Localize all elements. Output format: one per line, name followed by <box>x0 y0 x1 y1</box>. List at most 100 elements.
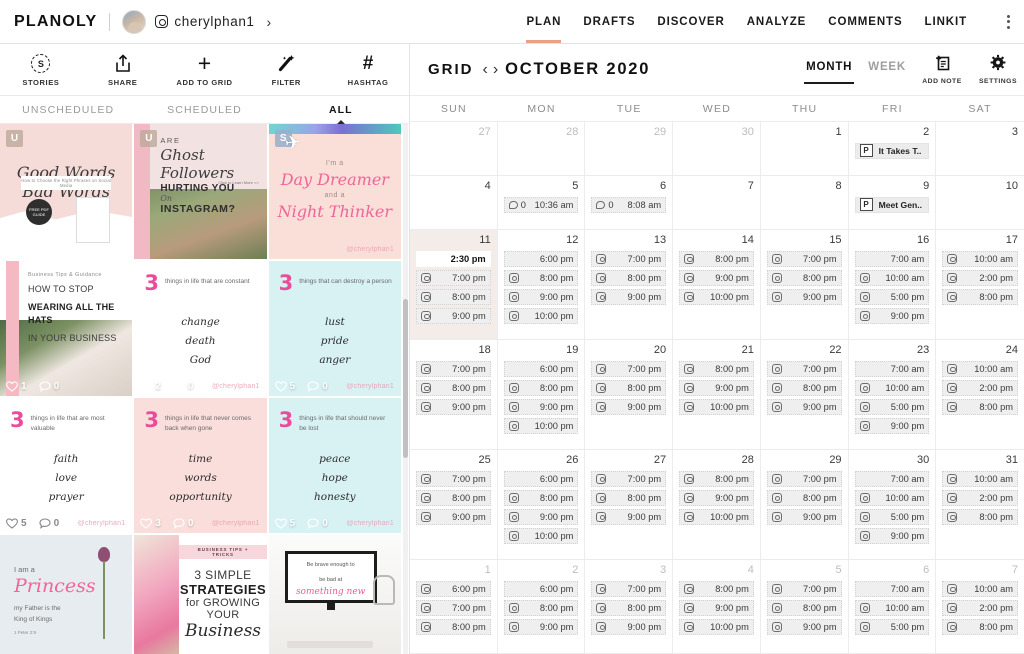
scheduled-post-slot[interactable]: 5:00 pm <box>854 398 930 415</box>
scheduled-post-slot[interactable]: 5:00 pm <box>854 288 930 305</box>
scheduled-post-slot[interactable]: 9:00 pm <box>854 417 930 434</box>
scheduled-post-slot[interactable]: 5:00 pm <box>854 618 930 635</box>
scheduled-post-slot[interactable]: 8:00 pm <box>679 360 754 377</box>
scheduled-post-slot[interactable]: 7:00 pm <box>416 360 491 377</box>
gallery-tile[interactable]: I am a Princess my Father is the King of… <box>0 535 133 654</box>
scheduled-post-slot[interactable]: 10:00 pm <box>679 398 754 415</box>
kebab-menu-icon[interactable] <box>1005 11 1012 33</box>
calendar-day-cell[interactable]: 27 7:00 pm 8:00 pm 9:00 pm <box>585 450 674 559</box>
scheduled-post-slot[interactable]: 9:00 pm <box>416 508 491 525</box>
chevron-right-icon[interactable]: › <box>267 14 272 30</box>
empty-time-slot[interactable]: 7:00 am <box>854 360 930 377</box>
nav-item-discover[interactable]: DISCOVER <box>657 0 724 43</box>
scheduled-post-slot[interactable]: 8:00 pm <box>766 599 842 616</box>
brand-logo[interactable]: PLANOLY <box>14 13 97 31</box>
calendar-day-cell[interactable]: 17 10:00 am 2:00 pm 8:00 pm <box>936 230 1024 339</box>
scheduled-post-slot[interactable]: 9:00 pm <box>416 307 491 324</box>
settings-button[interactable]: SETTINGS <box>978 54 1018 85</box>
scheduled-post-slot[interactable]: 8:00 pm <box>942 508 1018 525</box>
scheduled-post-slot[interactable]: 10:00 pm <box>503 417 579 434</box>
scheduled-post-slot[interactable]: 7:00 pm <box>591 470 667 487</box>
empty-time-slot[interactable]: 7:00 am <box>854 470 930 487</box>
scheduled-post-slot[interactable]: 8:00 pm <box>503 489 579 506</box>
scheduled-post-slot[interactable]: 8:00 pm <box>503 599 579 616</box>
scheduled-post-slot[interactable]: 9:00 pm <box>766 398 842 415</box>
scheduled-post-slot[interactable]: 10:00 am <box>854 269 930 286</box>
gallery-tile[interactable]: 3 things that can destroy a person lust … <box>268 261 401 396</box>
scheduled-post-slot[interactable]: 8:00 pm <box>942 288 1018 305</box>
comment-entry[interactable]: 0 8:08 am <box>591 196 667 213</box>
gallery-tile[interactable]: U ARE Ghost Followers HURTING YOU On INS… <box>134 124 267 259</box>
calendar-day-cell[interactable]: 2 6:00 pm 8:00 pm 9:00 pm <box>498 560 586 653</box>
calendar-day-cell[interactable]: 5 0 10:36 am <box>498 176 586 229</box>
empty-time-slot[interactable]: 6:00 pm <box>503 360 579 377</box>
calendar-day-cell[interactable]: 16 7:00 am 10:00 am 5:00 pm 9:00 pm <box>849 230 937 339</box>
scheduled-post-slot[interactable]: 7:00 pm <box>591 580 667 597</box>
calendar-day-cell[interactable]: 10 <box>936 176 1024 229</box>
next-month-button[interactable]: › <box>493 61 498 78</box>
scheduled-post-slot[interactable]: 2:00 pm <box>942 489 1018 506</box>
calendar-day-cell[interactable]: 29 7:00 pm 8:00 pm 9:00 pm <box>761 450 849 559</box>
account-switcher[interactable]: cherylphan1 <box>155 14 254 29</box>
scheduled-post-slot[interactable]: 10:00 pm <box>503 307 579 324</box>
scheduled-post-slot[interactable]: 8:00 pm <box>766 489 842 506</box>
tool-share[interactable]: SHARE <box>82 44 164 95</box>
scheduled-post-slot[interactable]: 9:00 pm <box>503 618 579 635</box>
empty-time-slot[interactable]: 6:00 pm <box>503 580 579 597</box>
calendar-day-cell[interactable]: 6 7:00 am 10:00 am 5:00 pm <box>849 560 937 653</box>
calendar-day-cell[interactable]: 18 7:00 pm 8:00 pm 9:00 pm <box>410 340 498 449</box>
gallery-tile[interactable]: S ✈ I'm a Day Dreamer and a Night Thinke… <box>268 124 401 259</box>
gallery-tile[interactable]: Business Tips & Guidance HOW TO STOP WEA… <box>0 261 133 396</box>
tool-hashtag[interactable]: # HASHTAG <box>327 44 409 95</box>
scheduled-post-slot[interactable]: 7:00 pm <box>416 269 491 286</box>
scheduled-post-slot[interactable]: 2:00 pm <box>942 269 1018 286</box>
scheduled-post-slot[interactable]: 9:00 pm <box>591 398 667 415</box>
calendar-day-cell[interactable]: 2 P It Takes T.. <box>849 122 937 175</box>
calendar-day-cell[interactable]: 13 7:00 pm 8:00 pm 9:00 pm <box>585 230 674 339</box>
calendar-day-cell[interactable]: 30 <box>673 122 761 175</box>
calendar-day-cell[interactable]: 12 6:00 pm 8:00 pm 9:00 pm 10:00 pm <box>498 230 586 339</box>
scheduled-post-slot[interactable]: 8:00 pm <box>503 269 579 286</box>
tool-add-to-grid[interactable]: + ADD TO GRID <box>164 44 246 95</box>
calendar-day-cell[interactable]: 5 7:00 pm 8:00 pm 9:00 pm <box>761 560 849 653</box>
empty-time-slot[interactable]: 6:00 pm <box>503 250 579 267</box>
scheduled-post-slot[interactable]: 9:00 pm <box>503 398 579 415</box>
tab-unscheduled[interactable]: UNSCHEDULED <box>0 104 136 116</box>
scheduled-post-slot[interactable]: 8:00 pm <box>591 269 667 286</box>
calendar-day-cell[interactable]: 23 7:00 am 10:00 am 5:00 pm 9:00 pm <box>849 340 937 449</box>
avatar[interactable] <box>122 9 147 34</box>
scheduled-post-slot[interactable]: 7:00 pm <box>766 470 842 487</box>
view-tab-month[interactable]: MONTH <box>804 61 855 84</box>
scheduled-post-slot[interactable]: 9:00 pm <box>679 599 754 616</box>
calendar-day-cell[interactable]: 11 2:30 pm 7:00 pm 8:00 pm 9:00 pm <box>410 230 498 339</box>
calendar-day-cell[interactable]: 26 6:00 pm 8:00 pm 9:00 pm 10:00 pm <box>498 450 586 559</box>
scheduled-post-slot[interactable]: 7:00 pm <box>416 599 491 616</box>
nav-item-drafts[interactable]: DRAFTS <box>583 0 635 43</box>
scheduled-post-slot[interactable]: 10:00 pm <box>679 288 754 305</box>
scheduled-post-slot[interactable]: 7:00 pm <box>766 580 842 597</box>
scheduled-post-slot[interactable]: 8:00 pm <box>416 379 491 396</box>
prev-month-button[interactable]: ‹ <box>483 61 488 78</box>
scheduled-post-slot[interactable]: 9:00 pm <box>854 307 930 324</box>
scheduled-post-slot[interactable]: 10:00 am <box>942 250 1018 267</box>
scheduled-post-slot[interactable]: 7:00 pm <box>591 250 667 267</box>
scheduled-post-slot[interactable]: 8:00 pm <box>503 379 579 396</box>
tool-stories[interactable]: S STORIES <box>0 44 82 95</box>
empty-time-slot[interactable]: 6:00 pm <box>503 470 579 487</box>
planoly-post-entry[interactable]: P Meet Gen.. <box>854 196 930 213</box>
scheduled-post-slot[interactable]: 5:00 pm <box>854 508 930 525</box>
scheduled-post-slot[interactable]: 10:00 am <box>942 470 1018 487</box>
calendar-day-cell[interactable]: 4 <box>410 176 498 229</box>
scheduled-post-slot[interactable]: 7:00 pm <box>766 360 842 377</box>
scheduled-post-slot[interactable]: 9:00 pm <box>416 398 491 415</box>
calendar-day-cell[interactable]: 28 8:00 pm 9:00 pm 10:00 pm <box>673 450 761 559</box>
scheduled-post-slot[interactable]: 8:00 pm <box>766 379 842 396</box>
calendar-day-cell[interactable]: 1 6:00 pm 7:00 pm 8:00 pm <box>410 560 498 653</box>
calendar-day-cell[interactable]: 1 <box>761 122 849 175</box>
gallery-tile[interactable]: BUSINESS TIPS + TRICKS 3 SIMPLE STRATEGI… <box>134 535 267 654</box>
view-tab-week[interactable]: WEEK <box>868 61 906 78</box>
calendar-day-cell[interactable]: 9 P Meet Gen.. <box>849 176 937 229</box>
gallery-scrollbar[interactable] <box>403 124 408 654</box>
gallery-tile[interactable]: U Good Words Bad Words How to Choose the… <box>0 124 133 259</box>
empty-time-slot[interactable]: 7:00 am <box>854 580 930 597</box>
